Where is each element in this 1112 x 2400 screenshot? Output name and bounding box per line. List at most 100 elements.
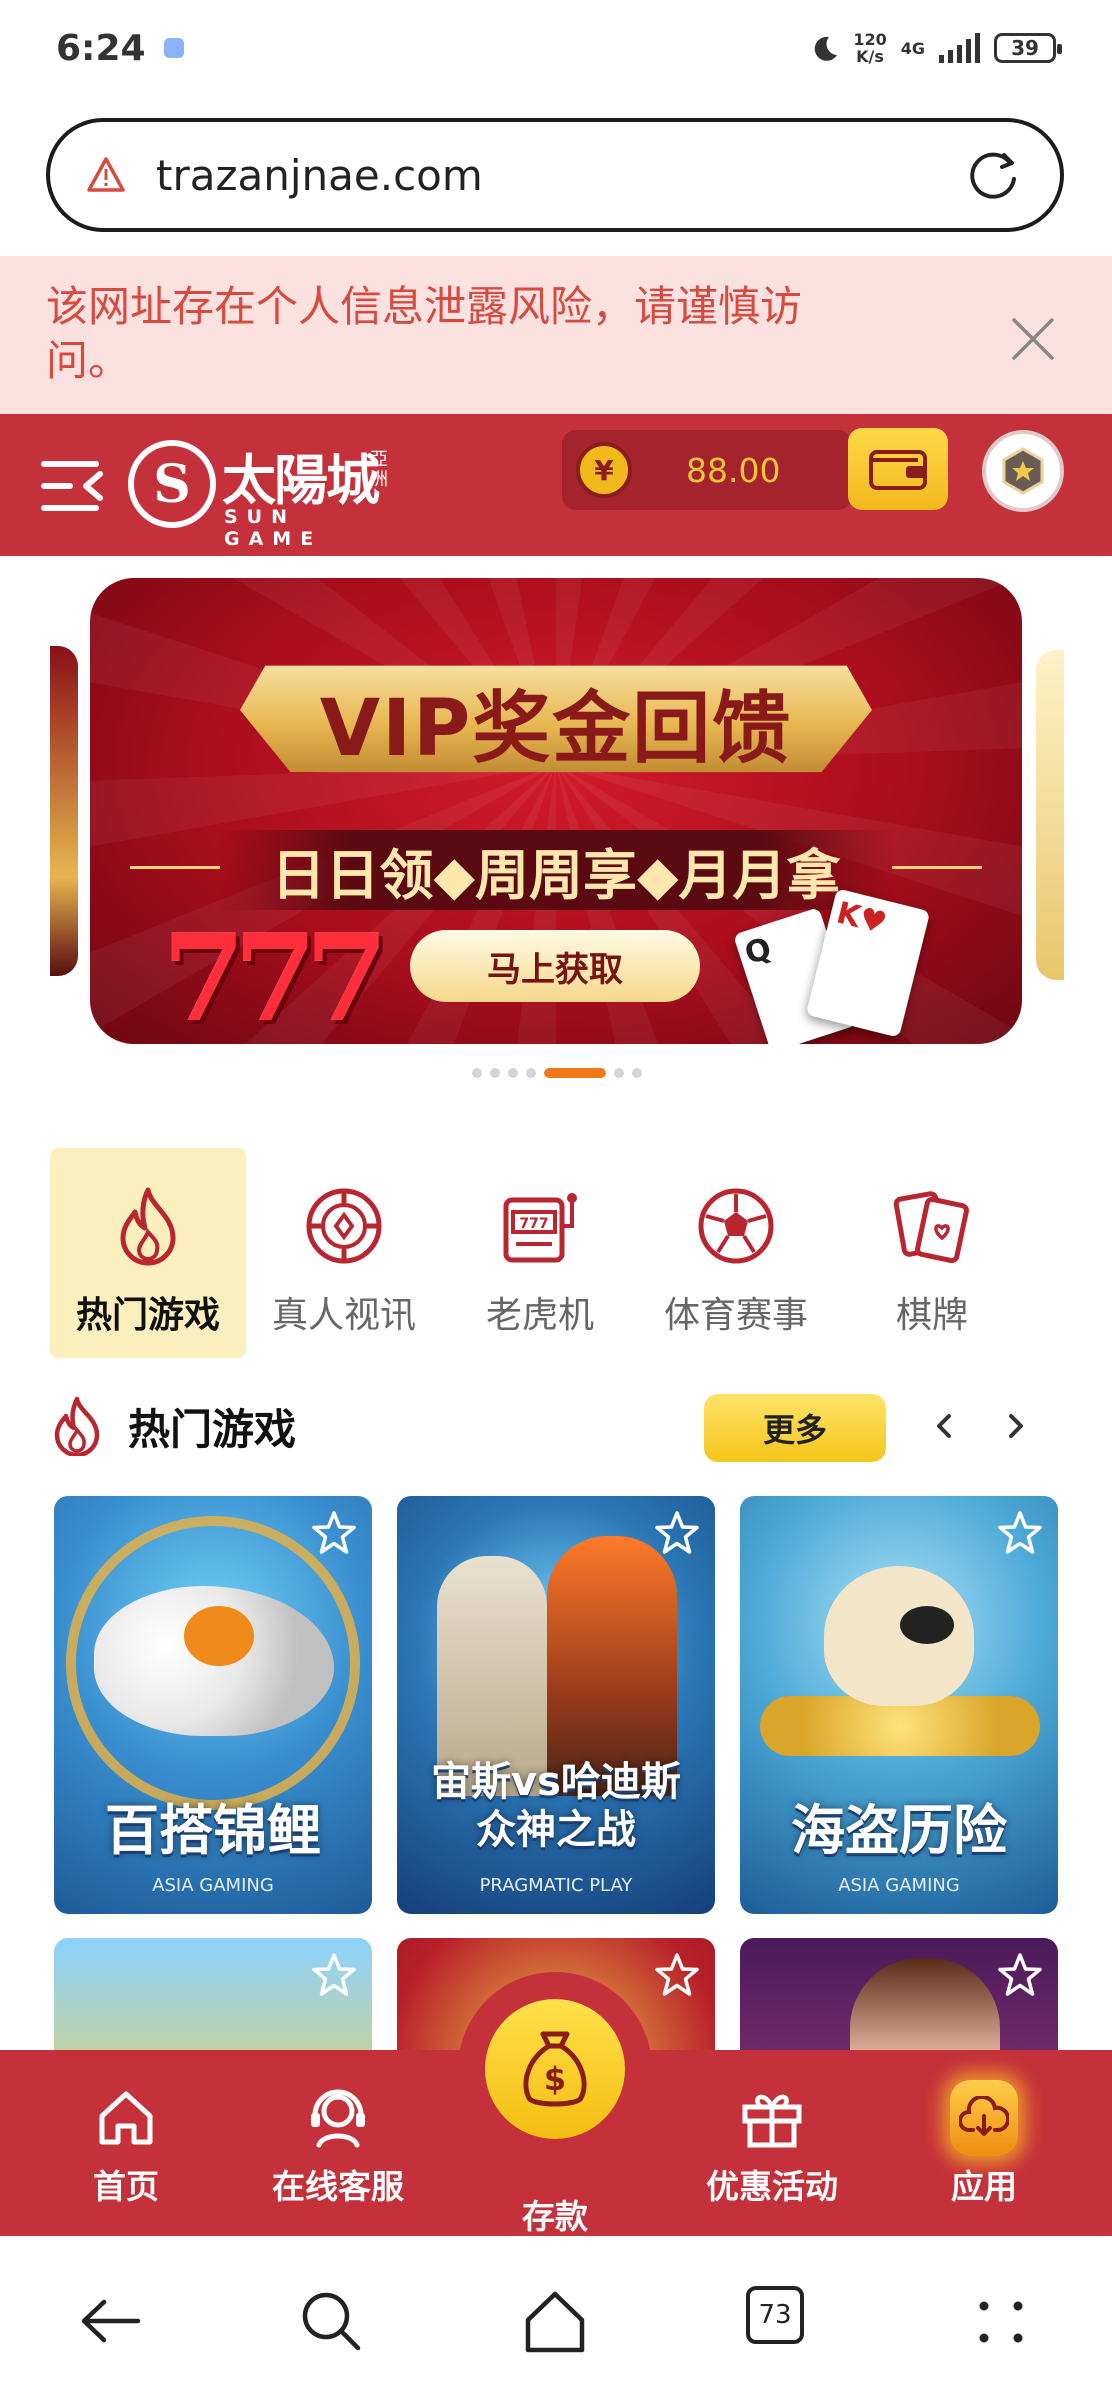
- tab-live-casino[interactable]: 真人视讯: [246, 1148, 442, 1358]
- balance-display: ¥ 88.00: [562, 430, 852, 510]
- more-button[interactable]: 更多: [704, 1394, 886, 1462]
- moon-icon: [815, 36, 838, 61]
- promo-divider-left: [130, 866, 220, 869]
- home-icon: [99, 2091, 153, 2145]
- promo-subtitle: 日日领◆周周享◆月月拿: [271, 843, 841, 907]
- game-tile[interactable]: 海盗历险 ASIA GAMING: [740, 1496, 1058, 1914]
- notification-icon: [163, 38, 184, 58]
- nav-app[interactable]: 应用: [884, 2050, 1084, 2236]
- favorite-star-icon[interactable]: [651, 1508, 703, 1560]
- menu-icon[interactable]: [40, 456, 104, 516]
- carousel-dot[interactable]: [614, 1068, 624, 1078]
- logo-emblem: S: [128, 440, 216, 528]
- tab-sports[interactable]: 体育赛事: [638, 1148, 834, 1358]
- favorite-star-icon[interactable]: [308, 1950, 360, 2002]
- nav-label: 应用: [951, 2167, 1017, 2206]
- svg-text:$: $: [544, 2060, 566, 2098]
- user-avatar-button[interactable]: [982, 430, 1064, 512]
- nav-deposit-label: 存款: [522, 2197, 588, 2236]
- carousel-dot[interactable]: [472, 1068, 482, 1078]
- promo-slide-vip[interactable]: VIP奖金回馈 日日领◆周周享◆月月拿 777 Q K♥ 马上获取: [90, 578, 1022, 1044]
- promo-title: VIP奖金回馈: [319, 684, 793, 774]
- hot-games-header: 热门游戏 更多: [50, 1390, 1062, 1462]
- favorite-star-icon[interactable]: [994, 1950, 1046, 2002]
- game-title: 宙斯vs哈迪斯 众神之战: [397, 1758, 715, 1854]
- tabs-count-button[interactable]: 73: [746, 2286, 804, 2344]
- wallet-icon: [869, 450, 927, 490]
- nav-label: 优惠活动: [706, 2167, 838, 2206]
- chevron-left-icon[interactable]: [922, 1404, 966, 1448]
- svg-text:777: 777: [519, 1216, 548, 1232]
- status-time: 6:24: [56, 27, 146, 69]
- flame-icon: [120, 1187, 176, 1266]
- carousel-dot[interactable]: [632, 1068, 642, 1078]
- home-icon[interactable]: [520, 2286, 590, 2356]
- tab-card-games[interactable]: 棋牌: [834, 1148, 1030, 1358]
- favorite-star-icon[interactable]: [994, 1508, 1046, 1560]
- promo-subtitle-bar: 日日领◆周周享◆月月拿: [216, 830, 896, 910]
- site-logo[interactable]: S 太陽城 亞洲 SUN GAME: [128, 426, 398, 550]
- carousel-dot[interactable]: [508, 1068, 518, 1078]
- game-title-line: 宙斯vs哈迪斯: [431, 1759, 681, 1805]
- carousel-next-slide[interactable]: [1036, 650, 1064, 980]
- game-tile[interactable]: 宙斯vs哈迪斯 众神之战 PRAGMATIC PLAY: [397, 1496, 715, 1914]
- site-header: S 太陽城 亞洲 SUN GAME ¥ 88.00: [0, 414, 1112, 556]
- search-icon[interactable]: [296, 2286, 366, 2356]
- tab-label: 真人视讯: [271, 1295, 416, 1336]
- section-title: 热门游戏: [128, 1404, 297, 1454]
- soccer-ball-icon: [698, 1188, 774, 1264]
- tab-label: 棋牌: [895, 1295, 968, 1336]
- coin-icon: ¥: [576, 442, 632, 498]
- chevron-right-icon[interactable]: [994, 1404, 1038, 1448]
- page: 6:24 120 K/s 4G 39 trazanjnae.com 该网址存在个…: [0, 0, 1112, 2400]
- warning-icon[interactable]: [86, 155, 126, 195]
- url-text[interactable]: trazanjnae.com: [156, 151, 483, 200]
- chip-icon: [306, 1188, 382, 1264]
- game-title-line: 众神之战: [476, 1807, 636, 1853]
- money-bag-icon: $: [523, 2031, 587, 2107]
- vip-badge-icon: [1002, 447, 1044, 495]
- carousel-dot[interactable]: [490, 1068, 500, 1078]
- game-provider: ASIA GAMING: [838, 1875, 960, 1896]
- game-title: 百搭锦鲤: [105, 1799, 321, 1862]
- game-provider: PRAGMATIC PLAY: [479, 1875, 633, 1896]
- tab-slots[interactable]: 777 老虎机: [442, 1148, 638, 1358]
- reload-icon[interactable]: [964, 145, 1024, 205]
- nav-customer-service[interactable]: 在线客服: [238, 2050, 438, 2236]
- carousel-dot-active[interactable]: [544, 1068, 606, 1078]
- more-options-icon[interactable]: [966, 2286, 1036, 2356]
- lucky-777-graphic: 777: [162, 908, 388, 1044]
- security-warning-text: 该网址存在个人信息泄露风险，请谨慎访问。: [46, 282, 803, 385]
- security-warning-banner: 该网址存在个人信息泄露风险，请谨慎访问。: [0, 256, 1112, 414]
- cards-icon: [893, 1191, 969, 1264]
- promo-claim-button[interactable]: 马上获取: [410, 930, 700, 1002]
- tab-hot-games[interactable]: 热门游戏: [50, 1148, 246, 1358]
- balance-amount: 88.00: [686, 450, 781, 490]
- address-bar[interactable]: trazanjnae.com: [46, 118, 1064, 232]
- tab-label: 热门游戏: [75, 1295, 220, 1336]
- network-speed: 120 K/s: [853, 31, 886, 65]
- flame-icon: [54, 1396, 100, 1456]
- carousel-dot[interactable]: [526, 1068, 536, 1078]
- network-type: 4G: [900, 38, 925, 58]
- nav-deposit[interactable]: $: [458, 1972, 652, 2166]
- network-speed-value: 120: [853, 30, 887, 49]
- carousel-indicator: [472, 1068, 642, 1078]
- logo-side-text: 亞洲: [370, 449, 388, 490]
- nav-promotions[interactable]: 优惠活动: [672, 2050, 872, 2236]
- logo-chinese: 太陽城: [222, 449, 380, 512]
- game-tile[interactable]: 百搭锦鲤 ASIA GAMING: [54, 1496, 372, 1914]
- status-right: 120 K/s 4G 39: [809, 31, 1062, 65]
- wallet-button[interactable]: [848, 428, 948, 510]
- category-tabs: 热门游戏 真人视讯 777 老虎机 体育赛事 棋牌: [50, 1148, 1062, 1358]
- back-arrow-icon[interactable]: [76, 2286, 146, 2356]
- game-title: 海盗历险: [791, 1799, 1007, 1862]
- carousel-prev-slide[interactable]: [50, 646, 78, 976]
- nav-home[interactable]: 首页: [26, 2050, 226, 2236]
- close-icon[interactable]: [1008, 314, 1058, 364]
- favorite-star-icon[interactable]: [308, 1508, 360, 1560]
- promo-carousel[interactable]: VIP奖金回馈 日日领◆周周享◆月月拿 777 Q K♥ 马上获取: [0, 556, 1112, 1096]
- nav-label: 在线客服: [272, 2167, 404, 2206]
- favorite-star-icon[interactable]: [651, 1950, 703, 2002]
- status-bar: 6:24 120 K/s 4G 39: [0, 0, 1112, 96]
